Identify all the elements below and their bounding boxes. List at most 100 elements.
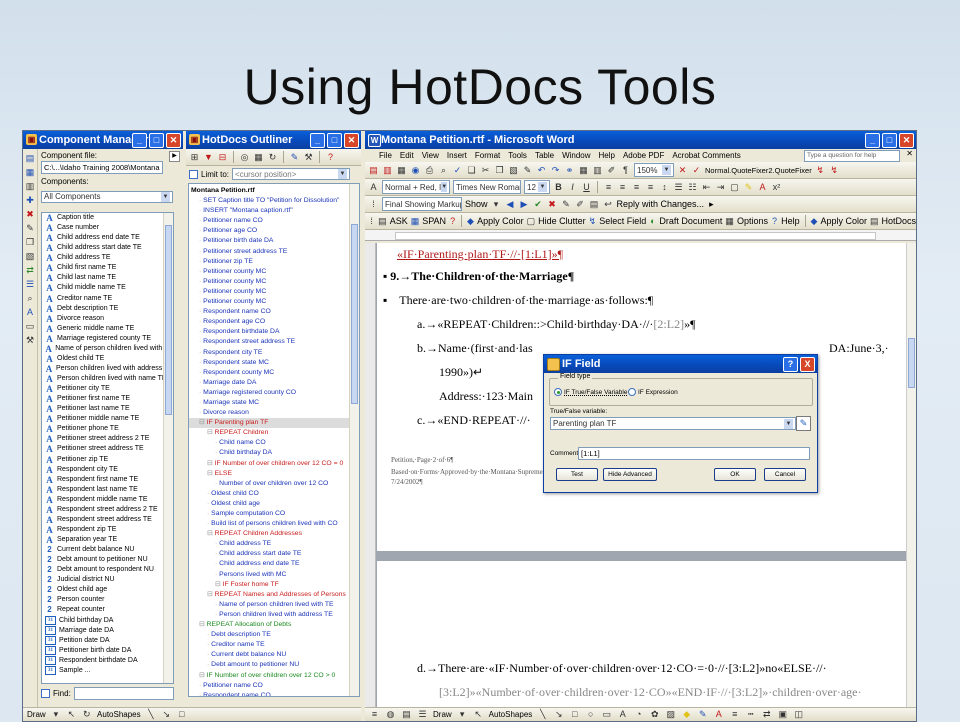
italic-icon[interactable]: I	[567, 182, 578, 193]
component-list-item[interactable]: A Caption title	[42, 213, 173, 223]
font-color-icon[interactable]: A	[713, 709, 724, 720]
component-list-item[interactable]: A Petitioner zip TE	[42, 455, 173, 465]
new-icon[interactable]: ▤	[368, 165, 379, 176]
outline-item[interactable]: ⊟ IF Number of over children over 12 CO …	[189, 671, 359, 681]
markup-select[interactable]: Final Showing Markup▼	[382, 197, 462, 211]
component-list-item[interactable]: 2 Repeat counter	[42, 605, 173, 615]
rotate-icon[interactable]: ↻	[82, 709, 92, 720]
component-list-item[interactable]: 31 Petition date DA	[42, 636, 173, 646]
print-preview-icon[interactable]: ⌕	[438, 165, 449, 176]
highlight-icon[interactable]: ✎	[743, 182, 754, 193]
draw-menu[interactable]: Draw	[433, 710, 452, 719]
print-icon[interactable]: ⎙	[424, 165, 435, 176]
paste-icon[interactable]: ▧	[25, 251, 36, 262]
find-checkbox[interactable]	[41, 689, 50, 698]
reviewing-pane-icon[interactable]: ▤	[589, 199, 600, 210]
outline-item[interactable]: ⊟ REPEAT Children Addresses	[189, 529, 359, 539]
align-left-icon[interactable]: ≡	[603, 182, 614, 193]
component-list-item[interactable]: A Debt description TE	[42, 304, 173, 314]
increase-indent-icon[interactable]: ⇥	[715, 182, 726, 193]
styles-icon[interactable]: A	[368, 182, 379, 193]
arrow-icon[interactable]: ↘	[161, 709, 171, 720]
outline-item[interactable]: · Debt amount to petitioner NU	[189, 660, 359, 670]
help-icon[interactable]: ?	[449, 216, 456, 227]
select-field-button[interactable]: Select Field	[599, 216, 646, 226]
accept-change-icon[interactable]: ✔	[533, 199, 544, 210]
outline-item[interactable]: · Child address TE	[189, 539, 359, 549]
component-list-item[interactable]: 2 Oldest child age	[42, 585, 173, 595]
minimize-button[interactable]: _	[310, 133, 325, 148]
component-list-item[interactable]: A Separation year TE	[42, 535, 173, 545]
paste-icon[interactable]: ▧	[508, 165, 519, 176]
save-icon[interactable]: ▦	[25, 167, 36, 178]
collapse-icon[interactable]: ⊟	[217, 152, 228, 163]
apply-color-button[interactable]: Apply Color	[477, 216, 524, 226]
outline-item[interactable]: · INSERT "Montana caption.rtf"	[189, 206, 359, 216]
wordart-icon[interactable]: A	[617, 709, 628, 720]
test-button[interactable]: Test	[556, 468, 598, 481]
component-list-item[interactable]: A Petitioner street address TE	[42, 444, 173, 454]
doc-line-address[interactable]: Address:·123·Main	[439, 389, 533, 404]
comment-icon[interactable]: ✎	[561, 199, 572, 210]
component-list-item[interactable]: A Petitioner street address 2 TE	[42, 434, 173, 444]
dialog-icon[interactable]: ▭	[25, 321, 36, 332]
find-input[interactable]	[73, 687, 174, 700]
document-page-2[interactable]: d.→There·are·«IF·Number·of·over·children…	[377, 561, 907, 709]
component-list-scrollbar[interactable]	[163, 213, 173, 683]
hotdocs-icon[interactable]: ▤	[870, 216, 879, 227]
minimize-button[interactable]: _	[865, 133, 880, 148]
reply-icon[interactable]: ↩	[603, 199, 614, 210]
reject-change-icon[interactable]: ✖	[547, 199, 558, 210]
outline-item[interactable]: · Petitioner county MC	[189, 287, 359, 297]
outline-item[interactable]: · Child birthday DA	[189, 448, 359, 458]
oval-icon[interactable]: ○	[585, 709, 596, 720]
search-icon[interactable]: ⌕	[25, 293, 36, 304]
hotdocs-menu[interactable]: HotDocs	[882, 216, 916, 226]
component-list-item[interactable]: A Child first name TE	[42, 263, 173, 273]
minimize-button[interactable]: _	[132, 133, 147, 148]
shadow-icon[interactable]: ▣	[777, 709, 788, 720]
if-field-titlebar[interactable]: IF Field ? X	[544, 355, 817, 373]
redo-icon[interactable]: ↷	[550, 165, 561, 176]
component-file-field[interactable]: C:\...\Idaho Training 2008\Montana Petit…	[41, 161, 163, 174]
component-list-item[interactable]: A Petitioner middle name TE	[42, 414, 173, 424]
hide-advanced-button[interactable]: Hide Advanced	[603, 468, 657, 481]
component-list-item[interactable]: A Creditor name TE	[42, 294, 173, 304]
close-button[interactable]: ✕	[344, 133, 359, 148]
ask-button[interactable]: ASK	[390, 216, 408, 226]
view-print-icon[interactable]: ▤	[401, 709, 412, 720]
component-list-item[interactable]: A Respondent street address 2 TE	[42, 505, 173, 515]
maximize-button[interactable]: □	[327, 133, 342, 148]
zoom-select[interactable]: 150% ▼	[634, 163, 674, 177]
component-list-item[interactable]: A Petitioner last name TE	[42, 404, 173, 414]
pdf-icon[interactable]: ✓	[691, 165, 702, 176]
cancel-button[interactable]: Cancel	[764, 468, 806, 481]
end-review-button[interactable]: ▸	[709, 199, 714, 210]
help-question-input[interactable]: Type a question for help	[804, 150, 900, 162]
menu-item-help[interactable]: Help	[599, 151, 615, 160]
doc-line-b-tail[interactable]: DA:June·3,·	[829, 341, 889, 356]
previous-change-icon[interactable]: ◀	[505, 199, 516, 210]
vertical-ruler[interactable]	[365, 243, 376, 709]
filter-icon[interactable]: ▼	[203, 152, 214, 163]
help-icon[interactable]: ?	[325, 152, 336, 163]
outline-item[interactable]: · Oldest child CO	[189, 489, 359, 499]
apply-color-button-2[interactable]: Apply Color	[820, 216, 867, 226]
decrease-indent-icon[interactable]: ⇤	[701, 182, 712, 193]
copy-icon[interactable]: ❐	[25, 237, 36, 248]
outline-item[interactable]: · Petitioner age CO	[189, 226, 359, 236]
doc-line-b[interactable]: b.→Name·(first·and·las	[417, 341, 533, 356]
options-icon[interactable]: ▦	[725, 216, 734, 227]
outline-item[interactable]: · Name of person children lived with TE	[189, 600, 359, 610]
menu-item-tools[interactable]: Tools	[508, 151, 527, 160]
tools-icon[interactable]: ⚒	[25, 335, 36, 346]
view-outline-icon[interactable]: ☰	[417, 709, 428, 720]
outline-item[interactable]: · Petitioner zip TE	[189, 257, 359, 267]
hide-clutter-icon[interactable]: ▢	[527, 216, 536, 227]
line-style-icon[interactable]: ≡	[729, 709, 740, 720]
doc-line-d[interactable]: d.→There·are·«IF·Number·of·over·children…	[417, 661, 827, 676]
outline-item[interactable]: · Sample computation CO	[189, 509, 359, 519]
variable-select[interactable]: Parenting plan TF ▼	[550, 417, 796, 430]
open-icon[interactable]: ▤	[25, 153, 36, 164]
menu-item-edit[interactable]: Edit	[400, 151, 414, 160]
